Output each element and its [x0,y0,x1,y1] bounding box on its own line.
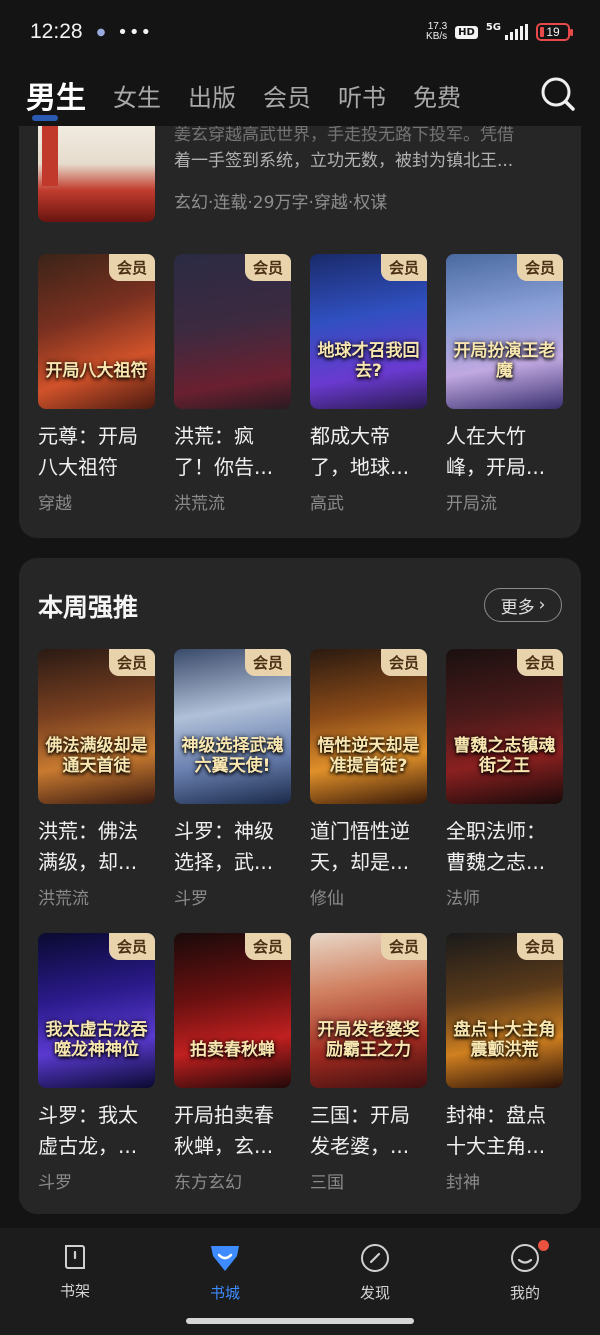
book-genre: 封神 [446,1173,480,1193]
book-item[interactable]: 悟性逆天却是准提首徒? 会员 道门悟性逆天，却是... 修仙 [310,649,427,909]
tab-female[interactable]: 女生 [113,78,161,113]
book-genre: 穿越 [38,494,72,514]
hd-icon: HD [455,25,478,39]
nav-profile[interactable]: 我的 [450,1228,600,1335]
book-title[interactable]: 斗罗：我太虚古龙，... [38,1100,155,1162]
book-cover[interactable]: 我太虚古龙吞噬龙神神位 会员 [38,933,155,1088]
tab-member[interactable]: 会员 [263,78,311,113]
more-button[interactable]: 更多 › [484,588,562,622]
book-title[interactable]: 三国：开局发老婆，... [310,1100,427,1162]
book-item[interactable]: 拍卖春秋蝉 会员 开局拍卖春秋蝉，玄... 东方玄幻 [174,933,291,1193]
book-title[interactable]: 道门悟性逆天，却是... [310,816,427,878]
book-item[interactable]: 佛法满级却是通天首徒 会员 洪荒：佛法满级，却... 洪荒流 [38,649,155,909]
book-item[interactable]: 盘点十大主角震颤洪荒 会员 封神：盘点十大主角... 封神 [446,933,563,1193]
vip-badge: 会员 [517,649,563,676]
recommend-card: 姜玄穿越高武世界，手走投无路下投军。凭借 着一手签到系统，立功无数，被封为镇北王… [19,126,581,538]
home-indicator[interactable] [186,1318,414,1324]
book-item[interactable]: 神级选择武魂六翼天使! 会员 斗罗：神级选择，武... 斗罗 [174,649,291,909]
tab-male[interactable]: 男生 [26,73,86,121]
vip-badge: 会员 [517,254,563,281]
featured-book-cover[interactable] [38,126,155,222]
book-title[interactable]: 元尊：开局八大祖符 [38,421,155,483]
weekly-picks-card: 本周强推 更多 › 佛法满级却是通天首徒 会员 洪荒：佛法满级，却... 洪荒流… [19,558,581,1214]
book-genre: 洪荒流 [174,494,225,514]
book-cover[interactable]: 地球才召我回去? 会员 [310,254,427,409]
book-title[interactable]: 封神：盘点十大主角... [446,1100,563,1162]
book-cover[interactable]: 盘点十大主角震颤洪荒 会员 [446,933,563,1088]
status-bar: 12:28 ● ••• 17.3 KB/s HD 5G 19 [0,0,600,64]
book-title[interactable]: 洪荒：疯了！你告... [174,421,291,483]
5g-label: 5G [485,22,501,33]
tab-audiobook[interactable]: 听书 [338,78,386,113]
book-cover[interactable]: 会员 [174,254,291,409]
battery-icon: 19 [536,23,573,41]
book-cover[interactable]: 开局发老婆奖励霸王之力 会员 [310,933,427,1088]
book-genre: 开局流 [446,494,497,514]
book-genre: 修仙 [310,889,344,909]
book-item[interactable]: 地球才召我回去? 会员 都成大帝了，地球... 高武 [310,254,427,514]
vip-badge: 会员 [381,649,427,676]
notification-badge [538,1240,549,1251]
featured-book-meta: 玄幻·连载·29万字·穿越·权谋 [174,193,388,213]
book-genre: 三国 [310,1173,344,1193]
more-notifications-icon: ••• [117,21,153,43]
book-genre: 高武 [310,494,344,514]
featured-book-description[interactable]: 姜玄穿越高武世界，手走投无路下投军。凭借 着一手签到系统，立功无数，被封为镇北王… [174,126,564,174]
signal-icon [505,24,528,40]
vip-badge: 会员 [245,254,291,281]
book-item[interactable]: 我太虚古龙吞噬龙神神位 会员 斗罗：我太虚古龙，... 斗罗 [38,933,155,1193]
section-title: 本周强推 [38,593,139,622]
chevron-right-icon: › [538,595,546,615]
book-item[interactable]: 开局扮演王老魔 会员 人在大竹峰，开局... 开局流 [446,254,563,514]
book-row: 开局八大祖符 会员 元尊：开局八大祖符 穿越 会员 洪荒：疯了！你告... 洪荒… [38,254,563,514]
book-item[interactable]: 开局八大祖符 会员 元尊：开局八大祖符 穿越 [38,254,155,514]
book-title[interactable]: 开局拍卖春秋蝉，玄... [174,1100,291,1162]
book-genre: 斗罗 [38,1173,72,1193]
vip-badge: 会员 [245,933,291,960]
vip-badge: 会员 [381,933,427,960]
vip-badge: 会员 [245,649,291,676]
notification-dot-icon: ● [96,26,106,38]
book-title[interactable]: 全职法师：曹魏之志... [446,816,563,878]
nav-bookshelf[interactable]: 书架 [0,1228,150,1335]
cover-tag [42,126,58,186]
book-title[interactable]: 都成大帝了，地球... [310,421,427,483]
vip-badge: 会员 [109,254,155,281]
book-row: 佛法满级却是通天首徒 会员 洪荒：佛法满级，却... 洪荒流 神级选择武魂六翼天… [38,649,563,909]
vip-badge: 会员 [109,933,155,960]
book-genre: 法师 [446,889,480,909]
book-genre: 东方玄幻 [174,1173,242,1193]
book-item[interactable]: 开局发老婆奖励霸王之力 会员 三国：开局发老婆，... 三国 [310,933,427,1193]
book-cover[interactable]: 曹魏之志镇魂街之王 会员 [446,649,563,804]
book-genre: 洪荒流 [38,889,89,909]
book-title[interactable]: 人在大竹峰，开局... [446,421,563,483]
tab-publish[interactable]: 出版 [188,78,236,113]
book-cover[interactable]: 神级选择武魂六翼天使! 会员 [174,649,291,804]
book-title[interactable]: 斗罗：神级选择，武... [174,816,291,878]
book-item[interactable]: 曹魏之志镇魂街之王 会员 全职法师：曹魏之志... 法师 [446,649,563,909]
book-cover[interactable]: 开局八大祖符 会员 [38,254,155,409]
search-icon[interactable] [538,74,578,114]
book-title[interactable]: 洪荒：佛法满级，却... [38,816,155,878]
bookshelf-icon [65,1245,85,1269]
book-genre: 斗罗 [174,889,208,909]
book-item[interactable]: 会员 洪荒：疯了！你告... 洪荒流 [174,254,291,514]
profile-icon [511,1244,539,1272]
bookstore-icon [211,1246,239,1271]
category-tabs: 男生 女生 出版 会员 听书 免费 [0,64,600,126]
discover-icon [361,1244,389,1272]
tab-free[interactable]: 免费 [413,78,461,113]
vip-badge: 会员 [381,254,427,281]
vip-badge: 会员 [109,649,155,676]
book-cover[interactable]: 悟性逆天却是准提首徒? 会员 [310,649,427,804]
vip-badge: 会员 [517,933,563,960]
book-cover[interactable]: 佛法满级却是通天首徒 会员 [38,649,155,804]
book-cover[interactable]: 拍卖春秋蝉 会员 [174,933,291,1088]
book-row: 我太虚古龙吞噬龙神神位 会员 斗罗：我太虚古龙，... 斗罗 拍卖春秋蝉 会员 … [38,933,563,1193]
book-cover[interactable]: 开局扮演王老魔 会员 [446,254,563,409]
status-time: 12:28 [30,20,83,43]
network-speed: 17.3 KB/s [426,21,448,42]
